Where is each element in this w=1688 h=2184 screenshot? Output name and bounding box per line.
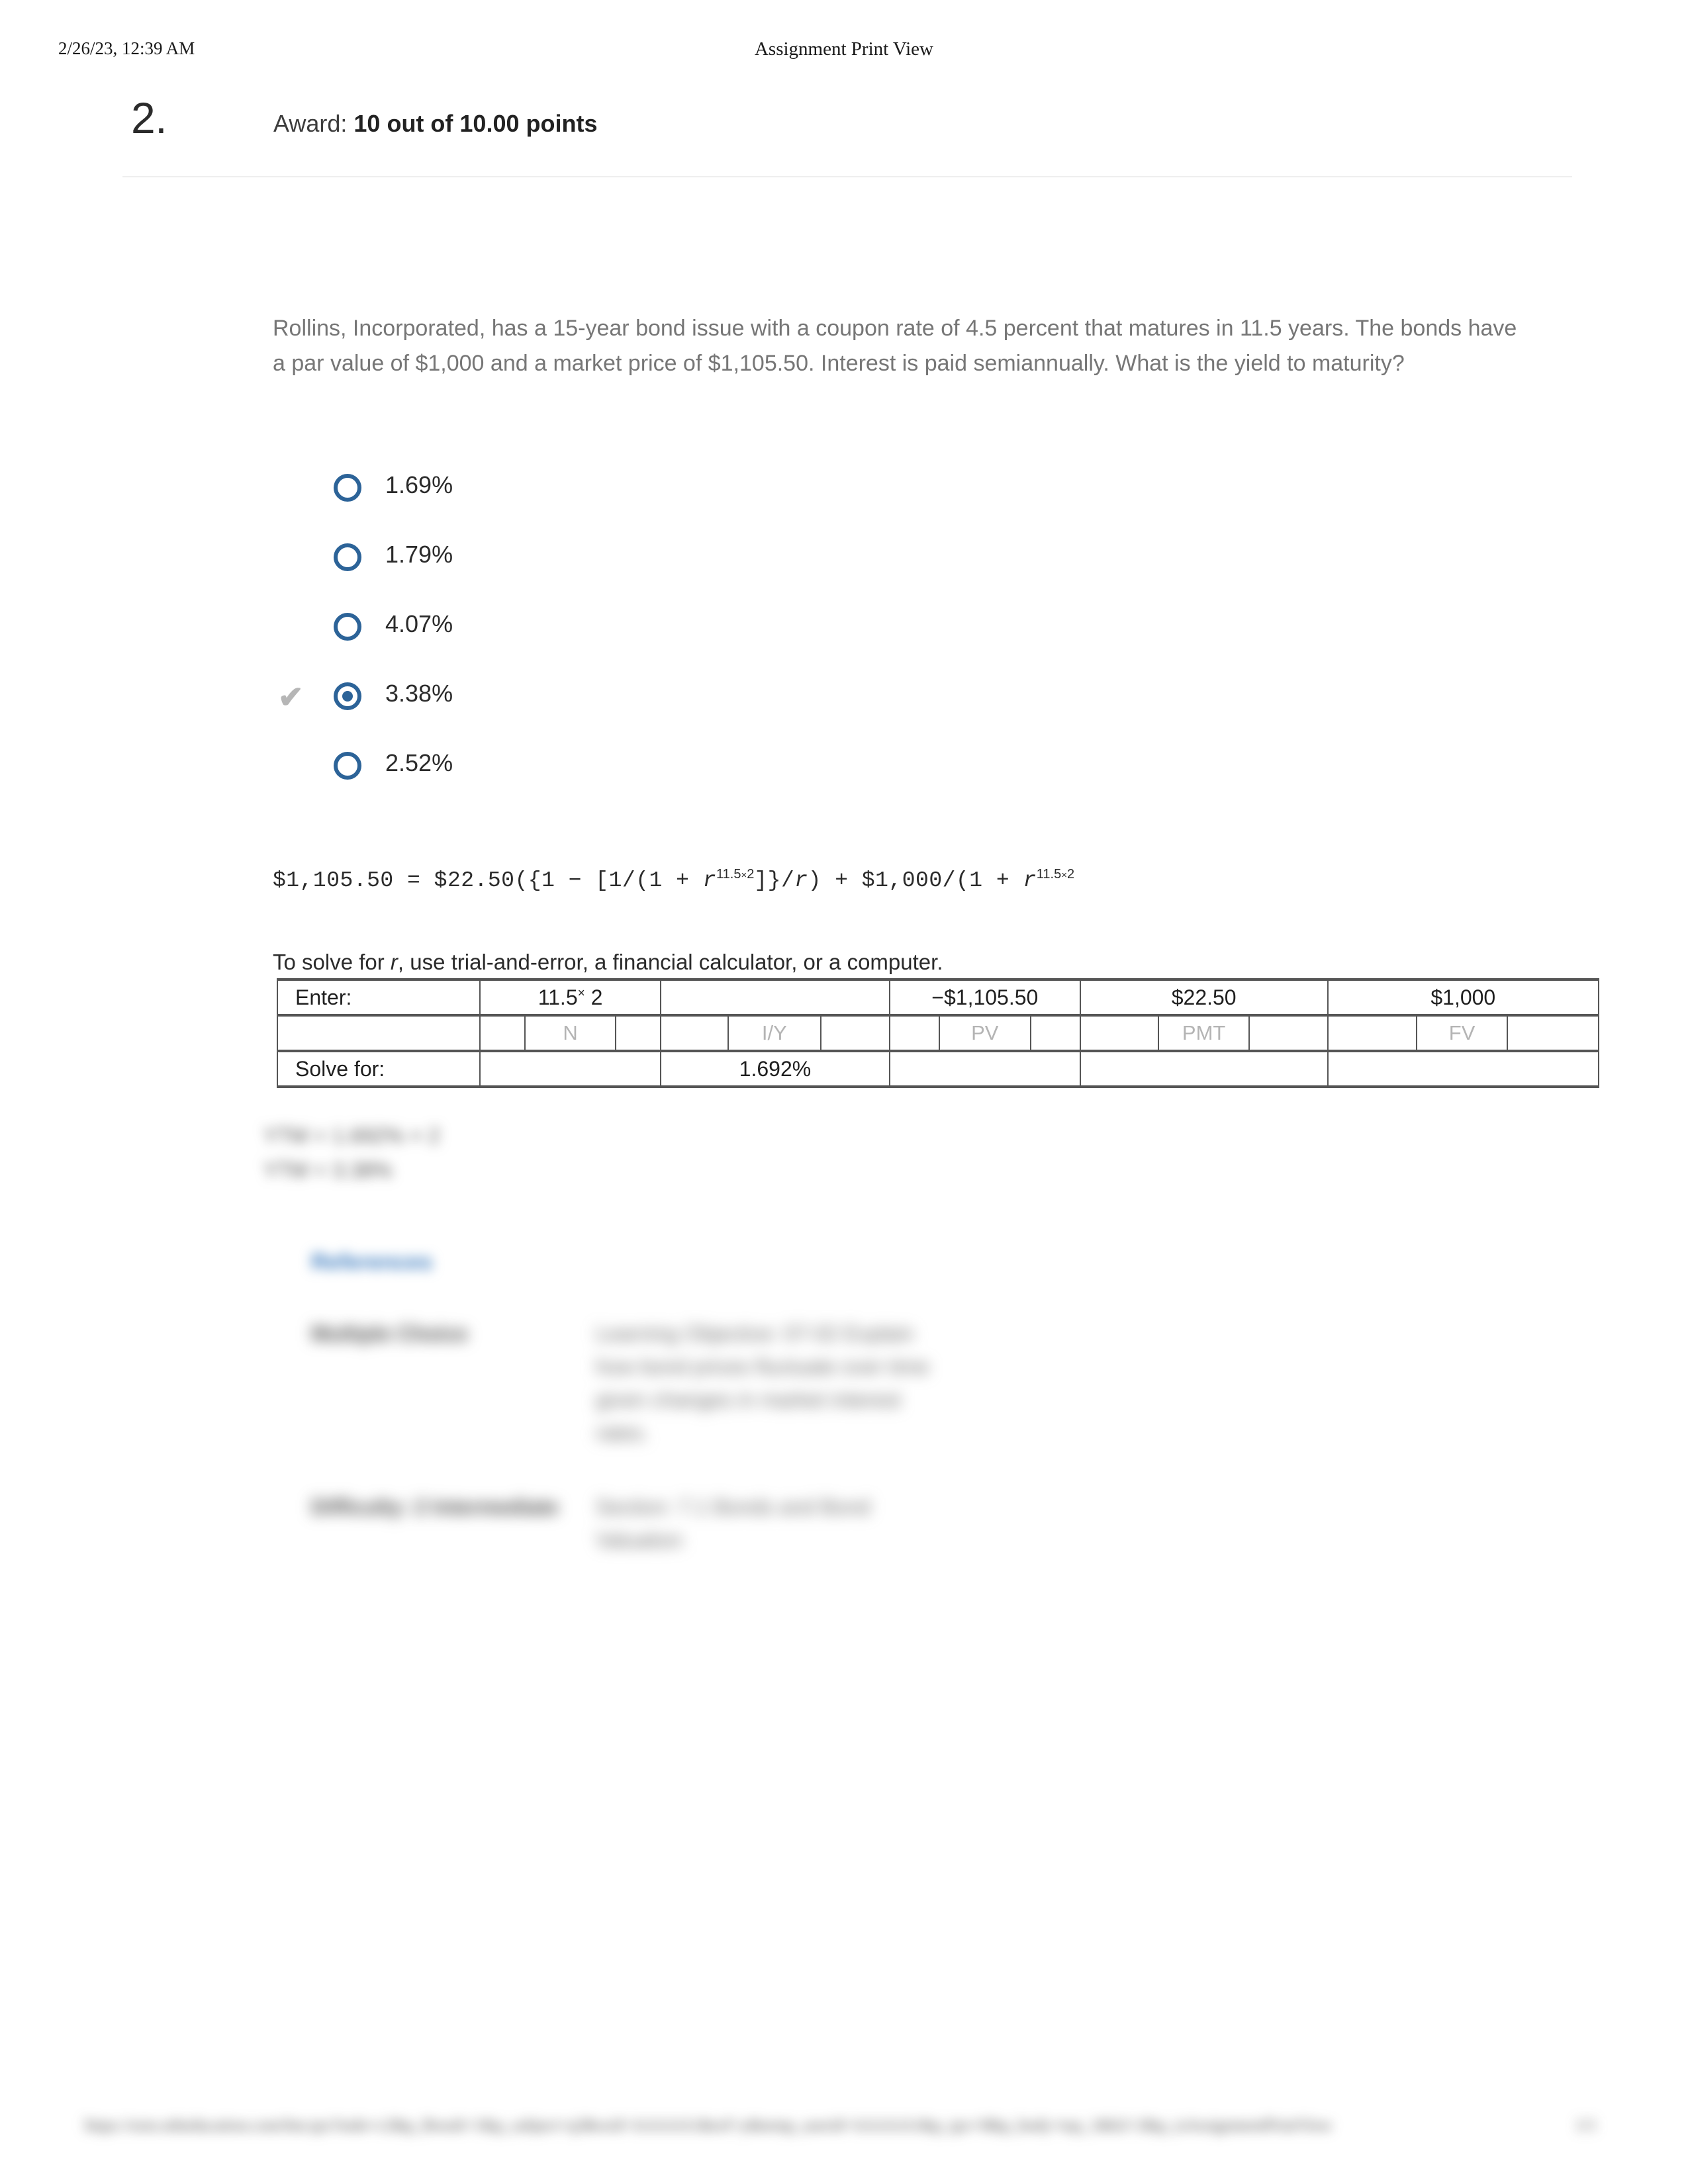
- field-pad-pmt-left: [1079, 1014, 1159, 1052]
- enter-cell-n[interactable]: 11.5× 2: [479, 978, 661, 1017]
- answer-choice-selected[interactable]: ✔ 3.38%: [273, 665, 868, 735]
- radio-button-selected[interactable]: [334, 682, 361, 710]
- answer-choice-label: 3.38%: [385, 680, 453, 707]
- enter-cell-iy[interactable]: [659, 978, 890, 1017]
- radio-button[interactable]: [334, 752, 361, 780]
- table-row-solve-for: Solve for: 1.692%: [276, 1050, 1600, 1088]
- formula-exp1-base: 11.5: [716, 867, 741, 882]
- field-pad-pv-left: [888, 1014, 941, 1052]
- formula-exp1-times: ×: [741, 870, 747, 881]
- formula-mid: ]}/: [754, 868, 795, 893]
- field-label-n: N: [524, 1014, 617, 1052]
- answer-choice[interactable]: 2.52%: [273, 735, 868, 804]
- solve-cell-pmt[interactable]: [1079, 1050, 1329, 1088]
- ytm-line-annual: YTM = 3.38%: [263, 1158, 393, 1182]
- enter-n-times: ×: [577, 985, 585, 1000]
- field-pad-n-right: [615, 1014, 661, 1052]
- solve-note-variable: r: [390, 950, 398, 974]
- field-pad-iy-right: [820, 1014, 890, 1052]
- solve-cell-fv[interactable]: [1327, 1050, 1600, 1088]
- row-label-solve-for: Solve for:: [276, 1050, 481, 1088]
- field-pad-fv-left: [1327, 1014, 1417, 1052]
- formula-var-r1: r: [702, 868, 717, 893]
- field-pad-pv-right: [1029, 1014, 1081, 1052]
- metadata-row: Difficulty: 2 Intermediate Section: 7.1 …: [311, 1490, 973, 1557]
- print-header: 2/26/23, 12:39 AM Assignment Print View: [0, 38, 1688, 65]
- solve-note-pre: To solve for: [273, 950, 391, 974]
- question-stem: Rollins, Incorporated, has a 15-year bon…: [273, 316, 1517, 376]
- field-pad-iy-left: [659, 1014, 729, 1052]
- question-number: 2.: [131, 93, 167, 142]
- formula-var-r3: r: [1023, 868, 1037, 893]
- footer-page-number: 1/1: [1575, 2116, 1597, 2134]
- radio-button[interactable]: [334, 543, 361, 571]
- formula-exp2-times: ×: [1061, 870, 1067, 881]
- solution-formula: $1,105.50 = $22.50({1 − [1/(1 + r11.5×2]…: [273, 867, 1074, 893]
- field-label-iy: I/Y: [727, 1014, 821, 1052]
- field-pad-n-left: [479, 1014, 526, 1052]
- answer-choice-label: 1.69%: [385, 471, 453, 498]
- print-view-title: Assignment Print View: [754, 38, 933, 60]
- ytm-result-lines: YTM = 1.692% × 2 YTM = 3.38%: [263, 1118, 440, 1187]
- field-label-pv: PV: [939, 1014, 1031, 1052]
- radio-button[interactable]: [334, 613, 361, 641]
- formula-exp1-power: 2: [747, 867, 755, 882]
- metadata-row: Multiple Choice Learning Objective: 07-0…: [311, 1317, 973, 1449]
- field-label-spacer: [276, 1014, 481, 1052]
- solve-cell-n[interactable]: [479, 1050, 661, 1088]
- formula-exponent-1: 11.5×2: [716, 867, 754, 882]
- solve-instruction: To solve for r, use trial-and-error, a f…: [273, 950, 943, 975]
- solve-cell-pv[interactable]: [888, 1050, 1081, 1088]
- formula-exp2-power: 2: [1066, 867, 1075, 882]
- table-row-field-labels: N I/Y PV PMT FV: [276, 1014, 1599, 1052]
- answer-choice[interactable]: 1.69%: [273, 457, 868, 526]
- formula-exponent-2: 11.5×2: [1037, 867, 1074, 882]
- solve-cell-iy[interactable]: 1.692%: [659, 1050, 890, 1088]
- answer-choice[interactable]: 1.79%: [273, 526, 868, 596]
- formula-var-r2: r: [794, 868, 808, 893]
- question-metadata: Multiple Choice Learning Objective: 07-0…: [311, 1317, 973, 1598]
- answer-choice-label: 1.79%: [385, 541, 453, 568]
- enter-n-base: 11.5: [538, 985, 578, 1009]
- enter-cell-pmt[interactable]: $22.50: [1079, 978, 1329, 1017]
- radio-button[interactable]: [334, 474, 361, 502]
- table-row-enter: Enter: 11.5× 2 −$1,105.50 $22.50 $1,000: [276, 978, 1600, 1017]
- field-label-fv: FV: [1415, 1014, 1509, 1052]
- question-header: 2. Award: 10 out of 10.00 points: [0, 93, 1688, 179]
- formula-mid2: ) + $1,000/(1 +: [808, 868, 1023, 893]
- formula-exp2-base: 11.5: [1036, 867, 1062, 882]
- field-pad-fv-right: [1507, 1014, 1599, 1052]
- award-status: Award: 10 out of 10.00 points: [273, 110, 597, 138]
- metadata-key: Multiple Choice: [311, 1322, 468, 1345]
- solve-note-post: , use trial-and-error, a financial calcu…: [397, 950, 943, 974]
- references-link[interactable]: References: [311, 1250, 432, 1275]
- metadata-value: Section: 7.1 Bonds and Bond Valuation: [596, 1495, 870, 1552]
- financial-calculator-table: Enter: 11.5× 2 −$1,105.50 $22.50 $1,000 …: [276, 978, 1600, 1088]
- answer-choice[interactable]: 4.07%: [273, 596, 868, 665]
- enter-cell-pv[interactable]: −$1,105.50: [888, 978, 1081, 1017]
- answer-choice-list: 1.69% 1.79% 4.07% ✔ 3.38% 2.52%: [273, 457, 868, 804]
- field-label-pmt: PMT: [1157, 1014, 1250, 1052]
- answer-choice-label: 4.07%: [385, 610, 453, 637]
- metadata-value: Learning Objective: 07-02 Explain how bo…: [596, 1322, 929, 1445]
- ytm-line-semiannual: YTM = 1.692% × 2: [263, 1124, 440, 1148]
- metadata-key: Difficulty: 2 Intermediate: [311, 1495, 559, 1519]
- footer-url: https://ezto.mheducation.com/hm.tpx?todo…: [85, 2116, 1333, 2134]
- award-prefix-label: Award:: [273, 110, 354, 137]
- formula-lhs: $1,105.50 = $22.50({1 − [1/(1 +: [273, 868, 703, 893]
- radio-dot-icon: [342, 691, 353, 702]
- enter-n-power: 2: [590, 985, 603, 1009]
- enter-cell-fv[interactable]: $1,000: [1327, 978, 1600, 1017]
- field-pad-pmt-right: [1248, 1014, 1329, 1052]
- header-divider: [122, 176, 1572, 177]
- row-label-enter: Enter:: [276, 978, 481, 1017]
- award-points-value: 10 out of 10.00 points: [353, 110, 598, 137]
- answer-choice-label: 2.52%: [385, 749, 453, 776]
- correct-check-icon: ✔: [278, 680, 304, 714]
